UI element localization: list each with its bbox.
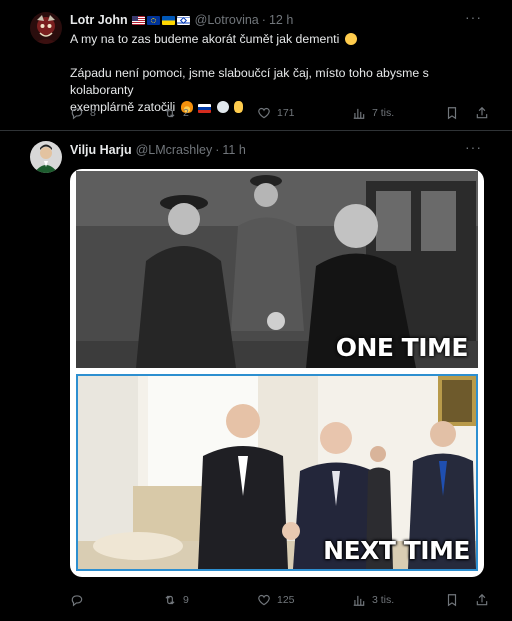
separator: · — [261, 13, 266, 27]
tweet-actions: 9 125 3 tis. — [70, 593, 490, 611]
share-button[interactable] — [475, 106, 495, 120]
repost-icon — [165, 595, 175, 605]
bookmark-icon — [447, 594, 457, 607]
analytics-icon — [353, 108, 365, 119]
author-name[interactable]: Vilju Harju — [70, 143, 132, 157]
israel-flag-icon — [176, 15, 190, 25]
like-button[interactable]: 171 — [257, 106, 295, 120]
repost-button[interactable]: 2 — [163, 106, 189, 120]
tweet-2[interactable]: Vilju Harju @LMcrashley · 11 h ··· ONE T… — [0, 131, 512, 621]
views-button[interactable]: 7 tis. — [352, 106, 394, 120]
like-button[interactable]: 125 — [257, 593, 295, 607]
reply-count: 8 — [90, 107, 96, 119]
caption-next-time: NEXT TIME — [323, 536, 470, 565]
reply-icon — [71, 595, 83, 607]
repost-button[interactable]: 9 — [163, 593, 189, 607]
image-panel-top: ONE TIME — [76, 171, 478, 368]
tweet-text-line-1: A my na to zas budeme akorát čumět jak d… — [70, 31, 490, 48]
repost-icon — [165, 108, 175, 118]
repost-count: 9 — [183, 594, 189, 606]
bookmark-button[interactable] — [445, 106, 465, 120]
timestamp[interactable]: 12 h — [269, 13, 293, 27]
tweet-text-line-2: Západu není pomoci, jsme slaboučcí jak č… — [70, 66, 429, 97]
avatar[interactable] — [30, 12, 62, 44]
tweet-text: A my na to zas budeme akorát čumět jak d… — [70, 31, 490, 116]
tweet-header: Lotr John @Lotrovina · 12 h — [70, 13, 293, 27]
steaming-face-icon — [344, 33, 357, 45]
like-count: 171 — [277, 107, 295, 119]
more-horizontal-icon[interactable]: ··· — [465, 9, 482, 25]
share-button[interactable] — [475, 593, 495, 607]
bookmark-button[interactable] — [445, 593, 465, 607]
more-horizontal-icon[interactable]: ··· — [465, 139, 482, 155]
tweet-image[interactable]: ONE TIME NEXT TIME — [70, 169, 484, 577]
tweet-actions: 8 2 171 7 tis. — [70, 106, 490, 124]
analytics-icon — [353, 595, 365, 606]
timestamp[interactable]: 11 h — [222, 143, 245, 157]
separator: · — [215, 143, 220, 157]
like-count: 125 — [277, 594, 295, 606]
views-button[interactable]: 3 tis. — [352, 593, 394, 607]
reply-icon — [71, 108, 83, 120]
repost-count: 2 — [183, 107, 189, 119]
tweet-header: Vilju Harju @LMcrashley · 11 h — [70, 143, 246, 157]
views-count: 3 tis. — [372, 594, 395, 606]
image-panel-bottom: NEXT TIME — [76, 374, 478, 571]
reply-button[interactable] — [70, 593, 90, 607]
heart-icon — [258, 594, 270, 606]
author-handle[interactable]: @LMcrashley — [136, 143, 213, 157]
heart-icon — [258, 107, 270, 119]
us-flag-icon — [131, 15, 145, 25]
eu-flag-icon — [146, 15, 160, 25]
views-count: 7 tis. — [372, 107, 395, 119]
avatar[interactable] — [30, 141, 62, 173]
bookmark-icon — [447, 107, 457, 120]
caption-one-time: ONE TIME — [335, 333, 469, 362]
ukraine-flag-icon — [161, 15, 175, 25]
share-icon — [476, 106, 488, 119]
author-name[interactable]: Lotr John — [70, 13, 128, 27]
share-icon — [476, 593, 488, 606]
tweet-1[interactable]: Lotr John @Lotrovina · 12 h ··· A my na … — [0, 0, 512, 131]
author-handle[interactable]: @Lotrovina — [195, 13, 259, 27]
reply-button[interactable]: 8 — [70, 106, 96, 120]
